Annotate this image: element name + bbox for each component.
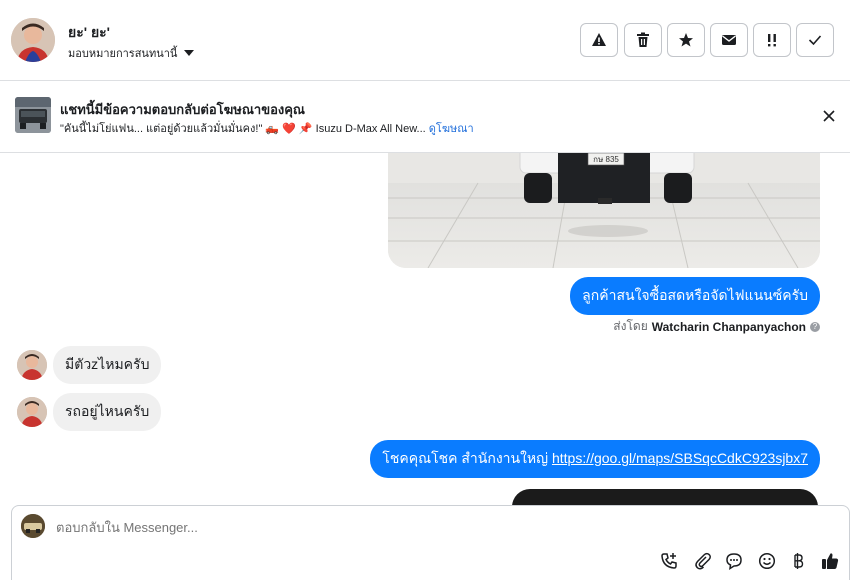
sender-name: Watcharin Chanpanyachon <box>651 319 806 334</box>
message-thread[interactable]: กษ 835 ลูกค้าสนใจซื้อสดหรือจัดไฟแนนซ์ครั… <box>0 153 850 505</box>
reply-composer <box>11 505 850 580</box>
contact-avatar-small <box>17 350 47 380</box>
close-icon <box>823 110 835 122</box>
payment-button[interactable] <box>787 550 809 572</box>
like-button[interactable] <box>819 550 841 572</box>
trash-icon <box>637 32 649 47</box>
envelope-icon <box>722 35 736 45</box>
assign-conversation-dropdown[interactable]: มอบหมายการสนทนานี้ <box>68 44 195 62</box>
follow-up-button[interactable] <box>753 23 791 57</box>
help-icon[interactable]: ? <box>810 321 820 332</box>
saved-replies-button[interactable] <box>723 550 745 572</box>
close-banner-button[interactable] <box>820 107 838 125</box>
ad-reply-banner: แชทนี้มีข้อความตอบกลับต่อโฆษณาของคุณ "คั… <box>0 81 850 153</box>
caret-down-icon <box>184 50 195 56</box>
warning-icon <box>592 33 606 46</box>
plate-text: กษ 835 <box>593 155 619 164</box>
contact-avatar[interactable] <box>11 18 55 62</box>
message-text: มีตัวzไหมครับ <box>65 356 150 372</box>
contact-name: ยะ' ยะ' <box>68 24 110 40</box>
emoji-button[interactable] <box>756 550 778 572</box>
page-avatar <box>21 514 45 538</box>
paperclip-icon <box>695 552 711 570</box>
image-message[interactable]: กษ 835 <box>388 153 820 268</box>
baht-icon <box>794 553 804 569</box>
outgoing-message[interactable]: โชคคุณโชค สำนักงานใหญ่ https://goo.gl/ma… <box>370 440 820 478</box>
message-input[interactable] <box>56 520 656 535</box>
chat-bubble-icon <box>726 553 742 570</box>
star-icon <box>679 33 693 47</box>
star-button[interactable] <box>667 23 705 57</box>
mark-unread-button[interactable] <box>710 23 748 57</box>
sent-by-info: ส่งโดย Watcharin Chanpanyachon ? <box>613 317 820 336</box>
contact-avatar-small <box>17 397 47 427</box>
incoming-message[interactable]: รถอยู่ไหนครับ <box>53 393 162 431</box>
sent-by-prefix: ส่งโดย <box>613 319 648 333</box>
smiley-icon <box>758 552 776 570</box>
conversation-header: ยะ' ยะ' มอบหมายการสนทนานี้ <box>0 0 850 81</box>
message-text: ลูกค้าสนใจซื้อสดหรือจัดไฟแนนซ์ครับ <box>582 287 808 303</box>
done-button[interactable] <box>796 23 834 57</box>
thumbs-up-icon <box>822 553 839 569</box>
phone-add-icon <box>661 553 677 569</box>
attach-button[interactable] <box>692 550 714 572</box>
report-button[interactable] <box>580 23 618 57</box>
view-ad-link[interactable]: ดูโฆษณา <box>429 123 474 135</box>
ad-snippet: "คันนี้ไม่โย่แฟน... แต่อยู่ด้วยแล้วมั่นม… <box>60 123 426 135</box>
incoming-message[interactable]: มีตัวzไหมครับ <box>53 346 162 384</box>
message-text: โชคคุณโชค สำนักงานใหญ่ <box>382 450 552 466</box>
delete-button[interactable] <box>624 23 662 57</box>
double-exclamation-icon <box>768 34 776 47</box>
assign-label: มอบหมายการสนทนานี้ <box>68 48 178 60</box>
check-icon <box>808 35 822 46</box>
outgoing-message[interactable]: ลูกค้าสนใจซื้อสดหรือจัดไฟแนนซ์ครับ <box>570 277 820 315</box>
ad-thumbnail[interactable] <box>15 97 51 133</box>
outgoing-attachment[interactable] <box>512 489 818 505</box>
ad-banner-subtitle: "คันนี้ไม่โย่แฟน... แต่อยู่ด้วยแล้วมั่นม… <box>60 119 474 137</box>
message-text: รถอยู่ไหนครับ <box>65 403 150 419</box>
maps-link[interactable]: https://goo.gl/maps/SBSqcCdkC923sjbx7 <box>552 450 808 466</box>
call-button[interactable] <box>658 550 680 572</box>
ad-banner-title: แชทนี้มีข้อความตอบกลับต่อโฆษณาของคุณ <box>60 102 305 117</box>
